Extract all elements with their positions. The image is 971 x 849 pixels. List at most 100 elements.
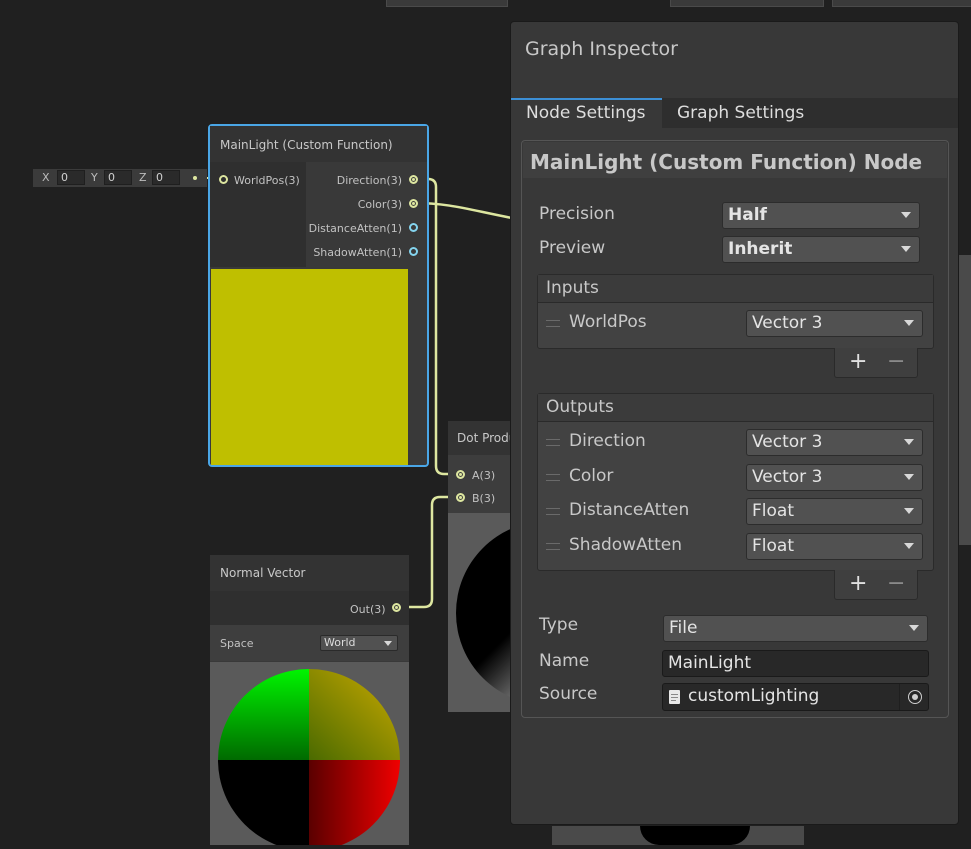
output-type-dropdown-direction[interactable]: Vector 3 <box>746 429 923 456</box>
x-field[interactable]: 0 <box>57 170 85 185</box>
type-label: Type <box>539 615 579 635</box>
output-type-dropdown-color[interactable]: Vector 3 <box>746 464 923 491</box>
dot-a-label: A(3) <box>472 469 496 482</box>
graph-inspector-panel[interactable]: Graph Inspector Node Settings Graph Sett… <box>510 21 959 825</box>
output-type-value: Float <box>752 536 794 556</box>
precision-value: Half <box>728 205 767 225</box>
output-type-dropdown-shadowatten[interactable]: Float <box>746 533 923 560</box>
type-value: File <box>669 618 698 638</box>
chevron-down-icon <box>904 320 914 326</box>
mainlight-preview <box>211 269 408 465</box>
file-icon <box>669 690 680 704</box>
inputs-list-header: Inputs <box>538 275 933 303</box>
drag-handle-icon[interactable] <box>546 439 560 446</box>
precision-label: Precision <box>539 204 615 224</box>
chevron-down-icon <box>904 508 914 514</box>
shadowatten-out-port[interactable] <box>409 247 418 256</box>
normal-vector-title: Normal Vector <box>210 555 409 591</box>
precision-dropdown[interactable]: Half <box>722 202 920 229</box>
worldpos-port[interactable] <box>219 175 228 184</box>
distanceatten-out-port[interactable] <box>409 223 418 232</box>
y-field[interactable]: 0 <box>104 170 132 185</box>
input-name-worldpos: WorldPos <box>569 312 647 332</box>
background-sphere-fragment <box>640 826 750 845</box>
normal-out-label: Out(3) <box>350 603 386 616</box>
dot-a-port[interactable] <box>456 470 465 479</box>
type-dropdown[interactable]: File <box>663 615 928 642</box>
dot-product-title: Dot Produ <box>448 421 518 455</box>
name-label: Name <box>539 651 590 671</box>
chevron-down-icon <box>904 439 914 445</box>
worldpos-label: WorldPos(3) <box>234 174 300 187</box>
color-out-port[interactable] <box>409 199 418 208</box>
distanceatten-out-label: DistanceAtten(1) <box>308 222 402 235</box>
direction-out-port[interactable] <box>409 175 418 184</box>
chevron-down-icon <box>384 641 392 646</box>
object-picker-icon[interactable] <box>908 690 922 704</box>
preview-value: Inherit <box>728 239 793 259</box>
space-dropdown[interactable]: World <box>320 635 398 651</box>
source-object-field[interactable]: customLighting <box>662 683 929 711</box>
outputs-list-header: Outputs <box>538 394 933 422</box>
dot-product-preview <box>448 513 640 712</box>
tab-node-settings-label: Node Settings <box>526 103 646 123</box>
input-type-dropdown-worldpos[interactable]: Vector 3 <box>746 310 923 337</box>
normal-vector-node[interactable]: Normal Vector <box>210 555 409 849</box>
tab-graph-settings[interactable]: Graph Settings <box>663 98 813 128</box>
inspector-title: Graph Inspector <box>525 38 678 60</box>
dot-b-label: B(3) <box>472 492 496 505</box>
output-type-dropdown-distanceatten[interactable]: Float <box>746 498 923 525</box>
color-out-label: Color(3) <box>357 198 402 211</box>
chevron-down-icon <box>901 212 911 218</box>
normal-out-port[interactable] <box>392 603 401 612</box>
input-type-value: Vector 3 <box>752 313 823 333</box>
normal-vector-preview <box>210 662 409 849</box>
remove-output-button[interactable]: − <box>887 571 905 597</box>
output-type-value: Vector 3 <box>752 467 823 487</box>
drag-handle-icon[interactable] <box>546 543 560 550</box>
add-input-button[interactable]: + <box>849 349 867 375</box>
dot-product-sphere <box>456 521 640 705</box>
output-name-distanceatten: DistanceAtten <box>569 500 690 520</box>
name-value: MainLight <box>668 653 752 673</box>
chevron-down-icon <box>904 543 914 549</box>
normal-vector-sphere <box>218 669 400 849</box>
name-input[interactable]: MainLight <box>662 650 929 677</box>
preview-dropdown[interactable]: Inherit <box>722 236 920 263</box>
source-label: Source <box>539 684 598 704</box>
object-picker-divider <box>899 684 900 710</box>
output-name-color: Color <box>569 466 614 486</box>
direction-out-label: Direction(3) <box>336 174 402 187</box>
mainlight-node-title: MainLight (Custom Function) <box>210 126 427 162</box>
remove-input-button[interactable]: − <box>887 349 905 375</box>
dot-b-port[interactable] <box>456 493 465 502</box>
outputs-list-footer: + − <box>834 570 918 600</box>
node-header-title: MainLight (Custom Function) Node <box>530 150 923 174</box>
node-header-bar: MainLight (Custom Function) Node <box>523 142 947 178</box>
inputs-list-footer: + − <box>834 348 918 378</box>
chevron-down-icon <box>904 474 914 480</box>
z-field[interactable]: 0 <box>152 170 180 185</box>
output-type-value: Float <box>752 501 794 521</box>
dot-product-node[interactable]: Dot Produ <box>448 421 640 712</box>
space-dropdown-value: World <box>324 636 356 649</box>
preview-label: Preview <box>539 238 606 258</box>
vector-port-dot <box>193 176 197 180</box>
drag-handle-icon[interactable] <box>546 320 560 327</box>
x-axis-label: X <box>42 171 50 184</box>
output-name-direction: Direction <box>569 431 646 451</box>
drag-handle-icon[interactable] <box>546 508 560 515</box>
z-axis-label: Z <box>139 171 147 184</box>
source-value: customLighting <box>688 686 820 706</box>
chevron-down-icon <box>901 246 911 252</box>
add-output-button[interactable]: + <box>849 571 867 597</box>
chevron-down-icon <box>909 625 919 631</box>
space-label: Space <box>220 637 254 650</box>
shadowatten-out-label: ShadowAtten(1) <box>313 246 402 259</box>
y-axis-label: Y <box>91 171 98 184</box>
output-type-value: Vector 3 <box>752 432 823 452</box>
drag-handle-icon[interactable] <box>546 474 560 481</box>
output-name-shadowatten: ShadowAtten <box>569 535 682 555</box>
tab-node-settings[interactable]: Node Settings <box>511 98 662 128</box>
tab-graph-settings-label: Graph Settings <box>677 103 805 123</box>
